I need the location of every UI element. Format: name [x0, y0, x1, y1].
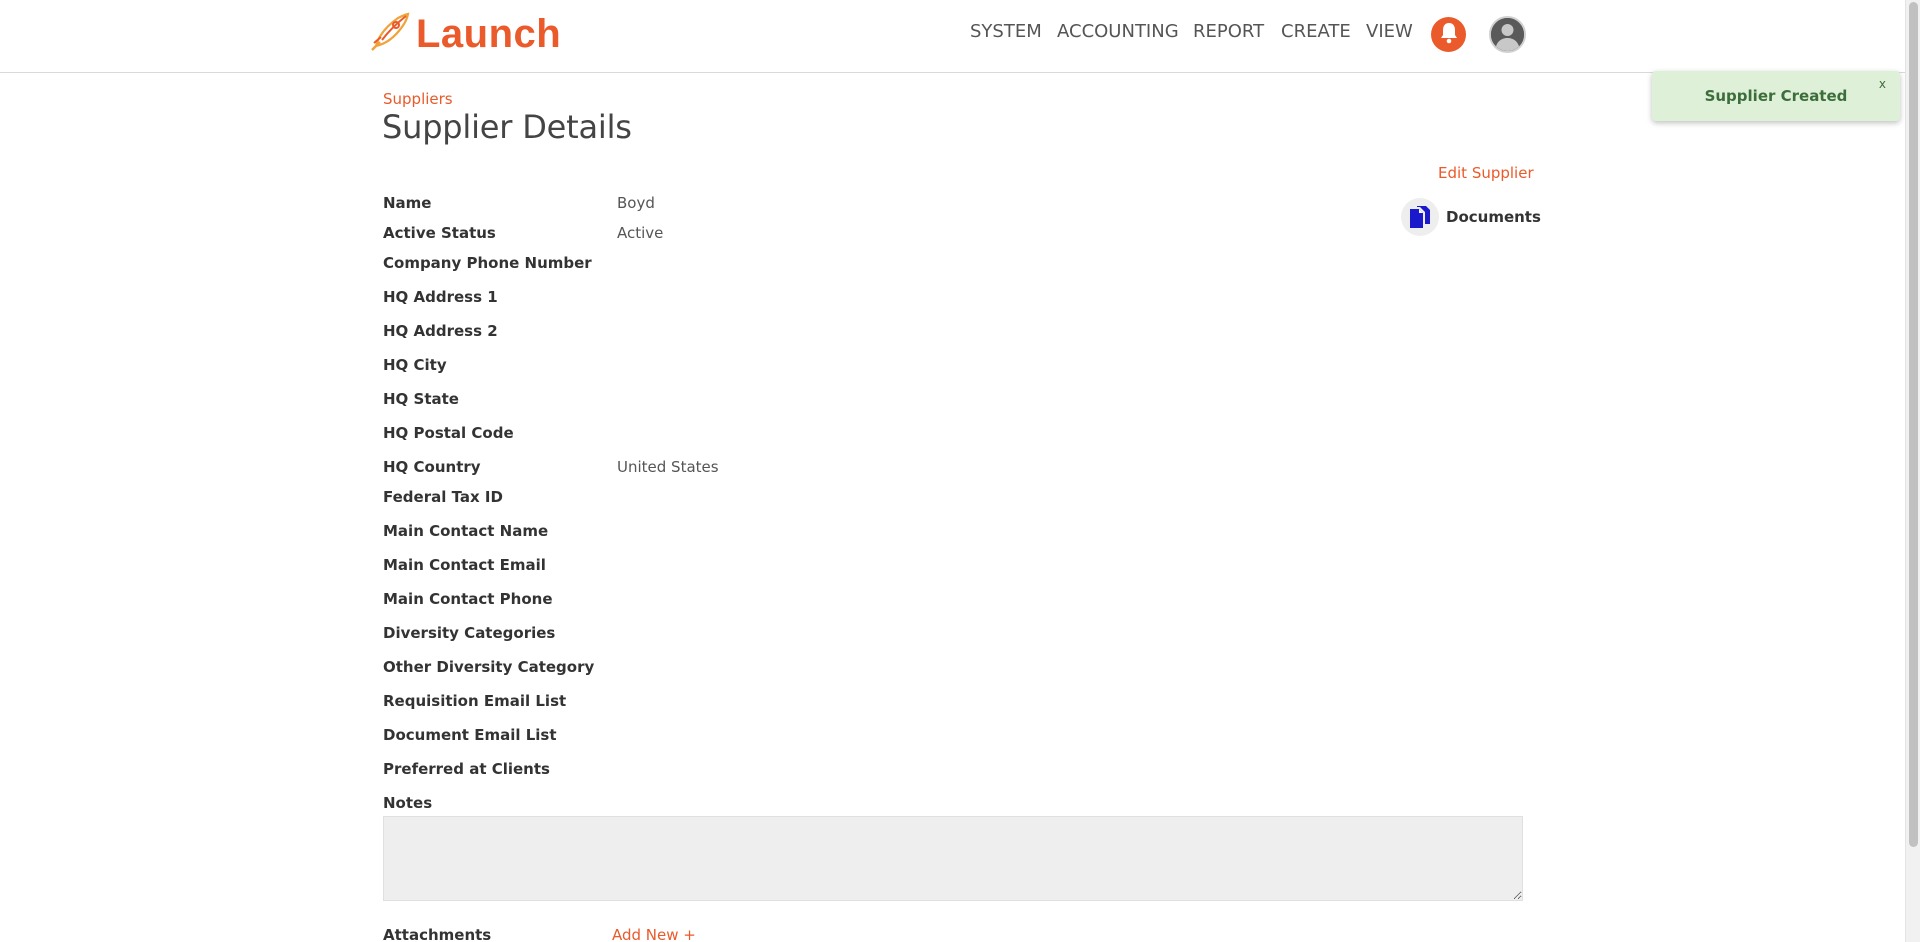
toast-close-button[interactable]: x — [1879, 77, 1886, 91]
field-label-hq-address-1: HQ Address 1 — [383, 288, 498, 306]
field-label-requisition-email-list: Requisition Email List — [383, 692, 567, 710]
field-label-hq-country: HQ Country — [383, 458, 481, 476]
page-title: Supplier Details — [382, 108, 632, 146]
field-label-name: Name — [383, 194, 432, 212]
field-label-hq-address-2: HQ Address 2 — [383, 322, 498, 340]
edit-supplier-link[interactable]: Edit Supplier — [1438, 164, 1534, 182]
field-label-federal-tax-id: Federal Tax ID — [383, 488, 503, 506]
field-label-active-status: Active Status — [383, 224, 496, 242]
field-label-notes: Notes — [383, 794, 433, 812]
field-label-diversity-categories: Diversity Categories — [383, 624, 556, 642]
toast-notification: Supplier Created x — [1652, 71, 1900, 121]
field-value-name: Boyd — [617, 194, 655, 212]
attachments-label: Attachments — [383, 926, 492, 942]
launch-logo[interactable]: Launch — [368, 10, 561, 58]
field-label-hq-postal-code: HQ Postal Code — [383, 424, 514, 442]
nav-accounting[interactable]: ACCOUNTING — [1057, 21, 1179, 42]
field-label-main-contact-email: Main Contact Email — [383, 556, 546, 574]
field-label-other-diversity-category: Other Diversity Category — [383, 658, 595, 676]
add-new-attachment-link[interactable]: Add New + — [612, 926, 696, 942]
notifications-button[interactable] — [1431, 17, 1466, 52]
toast-message: Supplier Created — [1704, 87, 1848, 105]
nav-view[interactable]: VIEW — [1366, 21, 1413, 42]
field-label-company-phone: Company Phone Number — [383, 254, 592, 272]
nav-create[interactable]: CREATE — [1281, 21, 1351, 42]
nav-system[interactable]: SYSTEM — [970, 21, 1042, 42]
rocket-icon — [368, 10, 412, 58]
page-scrollbar[interactable] — [1905, 0, 1920, 942]
field-value-hq-country: United States — [617, 458, 719, 476]
notes-textarea[interactable] — [383, 816, 1523, 901]
breadcrumb-suppliers[interactable]: Suppliers — [383, 90, 453, 108]
field-label-main-contact-phone: Main Contact Phone — [383, 590, 553, 608]
user-avatar[interactable] — [1489, 16, 1526, 53]
scrollbar-thumb[interactable] — [1909, 2, 1918, 847]
field-label-hq-city: HQ City — [383, 356, 447, 374]
field-label-main-contact-name: Main Contact Name — [383, 522, 549, 540]
top-navbar: Launch SYSTEM ACCOUNTING REPORT CREATE V… — [0, 0, 1905, 73]
documents-icon — [1401, 198, 1439, 236]
logo-text: Launch — [416, 11, 562, 56]
field-label-hq-state: HQ State — [383, 390, 459, 408]
nav-report[interactable]: REPORT — [1193, 21, 1264, 42]
field-value-active-status: Active — [617, 224, 664, 242]
field-label-document-email-list: Document Email List — [383, 726, 557, 744]
documents-button[interactable]: Documents — [1401, 198, 1541, 236]
field-label-preferred-at-clients: Preferred at Clients — [383, 760, 550, 778]
bell-icon — [1439, 22, 1459, 48]
documents-label: Documents — [1446, 208, 1541, 226]
user-avatar-icon — [1491, 18, 1524, 51]
